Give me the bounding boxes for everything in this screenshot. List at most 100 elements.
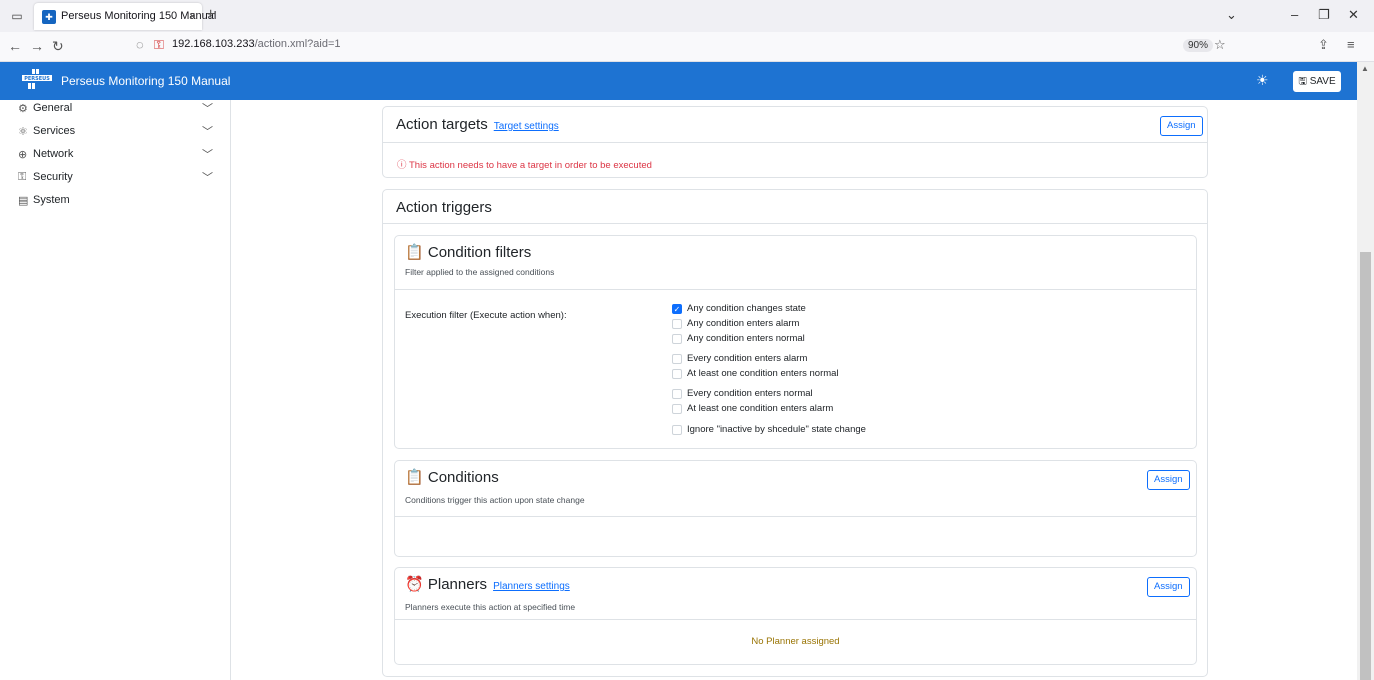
tab-close-icon[interactable]: × bbox=[189, 9, 196, 23]
browser-tab[interactable]: ✚ Perseus Monitoring 150 Manual × bbox=[34, 3, 216, 30]
chevron-down-icon: ﹀ bbox=[202, 149, 213, 161]
save-label: SAVE bbox=[1309, 76, 1336, 87]
app-title: Perseus Monitoring 150 Manual bbox=[61, 74, 231, 88]
perseus-logo[interactable]: PERSEUS bbox=[22, 69, 52, 93]
zoom-level[interactable]: 90% bbox=[1183, 39, 1214, 52]
browser-nav-bar: ← → ↻ ◌ ⚿ 192.168.103.233/action.xml?aid… bbox=[0, 32, 1374, 62]
url-host: 192.168.103.233 bbox=[172, 38, 255, 50]
checkbox-checked[interactable]: ✓ bbox=[672, 304, 682, 314]
sidebar-item-label: Security bbox=[33, 171, 73, 183]
new-tab-button[interactable]: + bbox=[206, 6, 215, 24]
minimize-icon[interactable]: – bbox=[1291, 7, 1298, 22]
assign-condition-button[interactable]: Assign bbox=[1147, 470, 1190, 490]
card-title: Conditions bbox=[427, 469, 499, 486]
back-icon[interactable]: ← bbox=[8, 38, 22, 54]
assign-target-button[interactable]: Assign bbox=[1160, 116, 1203, 136]
restore-icon[interactable]: ❐ bbox=[1318, 7, 1330, 23]
menu-icon[interactable]: ≡ bbox=[1347, 37, 1355, 52]
close-window-icon[interactable]: ✕ bbox=[1348, 7, 1359, 23]
sidebar-item-security[interactable]: ⚿ Security ﹀ bbox=[18, 169, 218, 189]
services-icon: ⚛ bbox=[18, 126, 28, 138]
page-scrollbar[interactable]: ▲ bbox=[1357, 62, 1374, 680]
checkbox[interactable] bbox=[672, 404, 682, 414]
action-triggers-card: Action triggers 📋 Condition filters Filt… bbox=[382, 189, 1208, 677]
sidebar-item-general[interactable]: ⚙ General ﹀ bbox=[18, 100, 218, 120]
filter-option-label: Ignore "inactive by shcedule" state chan… bbox=[687, 424, 866, 435]
app-header: PERSEUS Perseus Monitoring 150 Manual ☀ … bbox=[0, 62, 1357, 100]
scrollbar-thumb[interactable] bbox=[1360, 252, 1371, 680]
document-icon: ▤ bbox=[18, 195, 29, 207]
filter-option-label: Any condition enters alarm bbox=[687, 318, 800, 329]
browser-tab-bar: ▭ ✚ Perseus Monitoring 150 Manual × + ⌄ … bbox=[0, 0, 1374, 32]
sidebar-item-label: System bbox=[33, 194, 70, 206]
warning-text: This action needs to have a target in or… bbox=[408, 160, 652, 171]
shield-icon[interactable]: ◌ bbox=[136, 37, 144, 52]
tab-list-icon[interactable]: ▭ bbox=[8, 7, 26, 25]
insecure-lock-icon[interactable]: ⚿ bbox=[154, 37, 164, 53]
no-planner-message: No Planner assigned bbox=[751, 636, 840, 647]
sidebar-item-label: Network bbox=[33, 148, 74, 160]
bookmark-star-icon[interactable]: ☆ bbox=[1214, 37, 1226, 53]
save-button[interactable]: 🖫 SAVE bbox=[1293, 71, 1341, 92]
checkbox[interactable] bbox=[672, 389, 682, 399]
save-icon: 🖫 bbox=[1298, 76, 1307, 87]
execution-filter-label: Execution filter (Execute action when): bbox=[405, 310, 567, 321]
sidebar-item-system[interactable]: ▤ System bbox=[18, 192, 218, 212]
filter-option-label: Any condition enters normal bbox=[687, 333, 805, 344]
conditions-card: 📋 Conditions Conditions trigger this act… bbox=[394, 460, 1197, 557]
share-icon[interactable]: ⇪ bbox=[1318, 37, 1329, 53]
forward-icon[interactable]: → bbox=[30, 38, 44, 54]
condition-filters-subtitle: Filter applied to the assigned condition… bbox=[405, 267, 555, 277]
filter-option-label: Every condition enters normal bbox=[687, 388, 813, 399]
lock-icon: ⚿ bbox=[18, 171, 27, 183]
planners-title: ⏰ Planners Planners settings bbox=[405, 575, 570, 593]
chevron-down-icon[interactable]: ⌄ bbox=[1226, 7, 1237, 23]
logo-text: PERSEUS bbox=[24, 76, 50, 82]
checkbox[interactable] bbox=[672, 369, 682, 379]
planners-subtitle: Planners execute this action at specifie… bbox=[405, 602, 576, 612]
planners-settings-link[interactable]: Planners settings bbox=[493, 581, 570, 592]
alarm-clock-icon: ⏰ bbox=[405, 576, 424, 593]
clipboard-check-icon: 📋 bbox=[405, 244, 424, 261]
filter-option-label: Any condition changes state bbox=[687, 303, 806, 314]
address-bar[interactable]: 192.168.103.233/action.xml?aid=1 bbox=[172, 38, 341, 50]
scroll-up-icon[interactable]: ▲ bbox=[1361, 64, 1369, 73]
card-title: Planners bbox=[427, 576, 488, 593]
target-settings-link[interactable]: Target settings bbox=[494, 121, 559, 132]
sidebar-item-label: General bbox=[33, 102, 73, 114]
conditions-subtitle: Conditions trigger this action upon stat… bbox=[405, 495, 585, 505]
checkbox[interactable] bbox=[672, 354, 682, 364]
planners-header: ⏰ Planners Planners settings Planners exe… bbox=[395, 568, 1196, 620]
condition-filters-card: 📋 Condition filters Filter applied to th… bbox=[394, 235, 1197, 449]
sidebar: ⚙ General ﹀ ⚛ Services ﹀ ⊕ Network ﹀ ⚿ S… bbox=[0, 100, 231, 680]
missing-target-warning: ⓘ This action needs to have a target in … bbox=[397, 157, 652, 171]
action-targets-header: Action targets Target settings Assign bbox=[383, 107, 1207, 143]
theme-sun-icon[interactable]: ☀ bbox=[1256, 72, 1269, 89]
conditions-header: 📋 Conditions Conditions trigger this act… bbox=[395, 461, 1196, 517]
action-targets-title: Action targets Target settings bbox=[396, 116, 559, 133]
reload-icon[interactable]: ↻ bbox=[52, 38, 64, 55]
assign-planner-button[interactable]: Assign bbox=[1147, 577, 1190, 597]
chevron-down-icon: ﹀ bbox=[202, 172, 213, 184]
globe-icon: ⊕ bbox=[18, 149, 28, 161]
sidebar-item-services[interactable]: ⚛ Services ﹀ bbox=[18, 123, 218, 143]
tab-favicon-icon: ✚ bbox=[42, 10, 56, 24]
action-triggers-title: Action triggers bbox=[396, 199, 492, 216]
filter-option-label: At least one condition enters alarm bbox=[687, 403, 834, 414]
card-title: Condition filters bbox=[427, 244, 532, 261]
planners-card: ⏰ Planners Planners settings Planners exe… bbox=[394, 567, 1197, 665]
condition-filters-header: 📋 Condition filters Filter applied to th… bbox=[395, 236, 1196, 290]
checkbox[interactable] bbox=[672, 319, 682, 329]
sidebar-item-network[interactable]: ⊕ Network ﹀ bbox=[18, 146, 218, 166]
action-triggers-header: Action triggers bbox=[383, 190, 1207, 224]
clipboard-check-icon: 📋 bbox=[405, 469, 424, 486]
action-targets-card: Action targets Target settings Assign ⓘ T… bbox=[382, 106, 1208, 178]
condition-filters-title: 📋 Condition filters bbox=[405, 243, 531, 261]
checkbox[interactable] bbox=[672, 425, 682, 435]
gear-icon: ⚙ bbox=[18, 103, 28, 115]
checkbox[interactable] bbox=[672, 334, 682, 344]
sidebar-item-label: Services bbox=[33, 125, 76, 137]
filter-option-label: Every condition enters alarm bbox=[687, 353, 808, 364]
url-path: /action.xml?aid=1 bbox=[254, 38, 341, 50]
warning-icon: ⓘ bbox=[397, 160, 407, 171]
